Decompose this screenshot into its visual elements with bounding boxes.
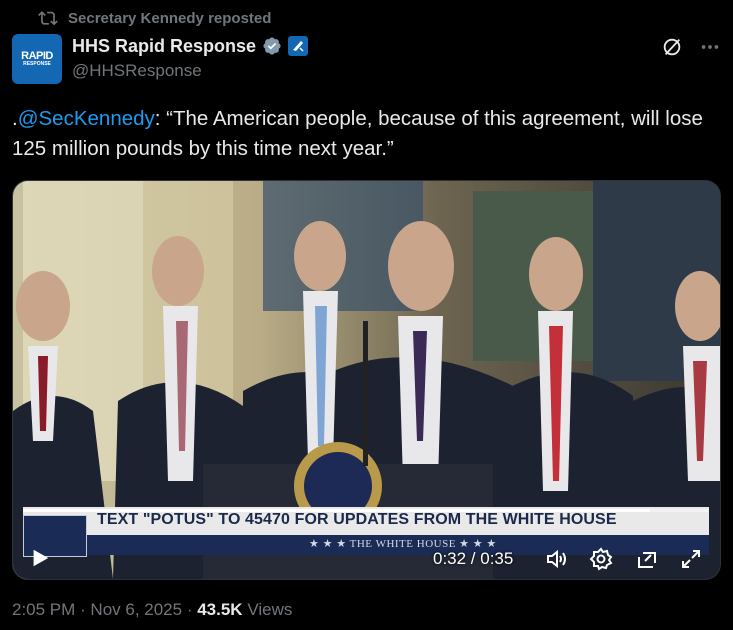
chyron-text: TEXT "POTUS" TO 45470 FOR UPDATES FROM T… [97,511,617,528]
views-label: Views [242,600,293,619]
grok-icon[interactable] [661,36,683,58]
tweet-header: RAPID RESPONSE HHS Rapid Response @HHSRe… [12,34,721,86]
tweet-text: .@SecKennedy: “The American people, beca… [12,104,712,164]
play-icon[interactable] [29,547,51,569]
avatar[interactable]: RAPID RESPONSE [12,34,62,84]
meta-separator: · [75,600,91,619]
fullscreen-icon[interactable] [679,547,703,571]
author-handle[interactable]: @HHSResponse [72,61,308,81]
video-player[interactable]: TEXT "POTUS" TO 45470 FOR UPDATES FROM T… [12,180,721,580]
tweet-meta: 2:05 PM · Nov 6, 2025 · 43.5K Views [12,600,292,620]
repost-text: Secretary Kennedy reposted [68,9,272,27]
progress-bar[interactable] [23,509,709,512]
views-count[interactable]: 43.5K [197,600,242,619]
post-time[interactable]: 2:05 PM [12,600,75,619]
settings-icon[interactable] [589,547,613,571]
post-date[interactable]: Nov 6, 2025 [90,600,182,619]
meta-separator: · [182,600,198,619]
repost-indicator[interactable]: Secretary Kennedy reposted [38,8,271,28]
more-icon[interactable] [699,36,721,58]
verified-badge-icon[interactable] [262,36,282,56]
author-name[interactable]: HHS Rapid Response [72,36,256,57]
repost-icon [38,11,58,26]
progress-fill [23,509,650,512]
avatar-subtext: RESPONSE [23,60,51,67]
mention-link[interactable]: @SecKennedy [18,107,155,130]
pip-icon[interactable] [635,547,659,571]
video-controls: 0:32 / 0:35 [13,535,720,579]
video-time: 0:32 / 0:35 [433,549,514,568]
government-badge-icon[interactable] [288,36,309,56]
volume-icon[interactable] [545,547,569,571]
avatar-text: RAPID [21,49,53,62]
